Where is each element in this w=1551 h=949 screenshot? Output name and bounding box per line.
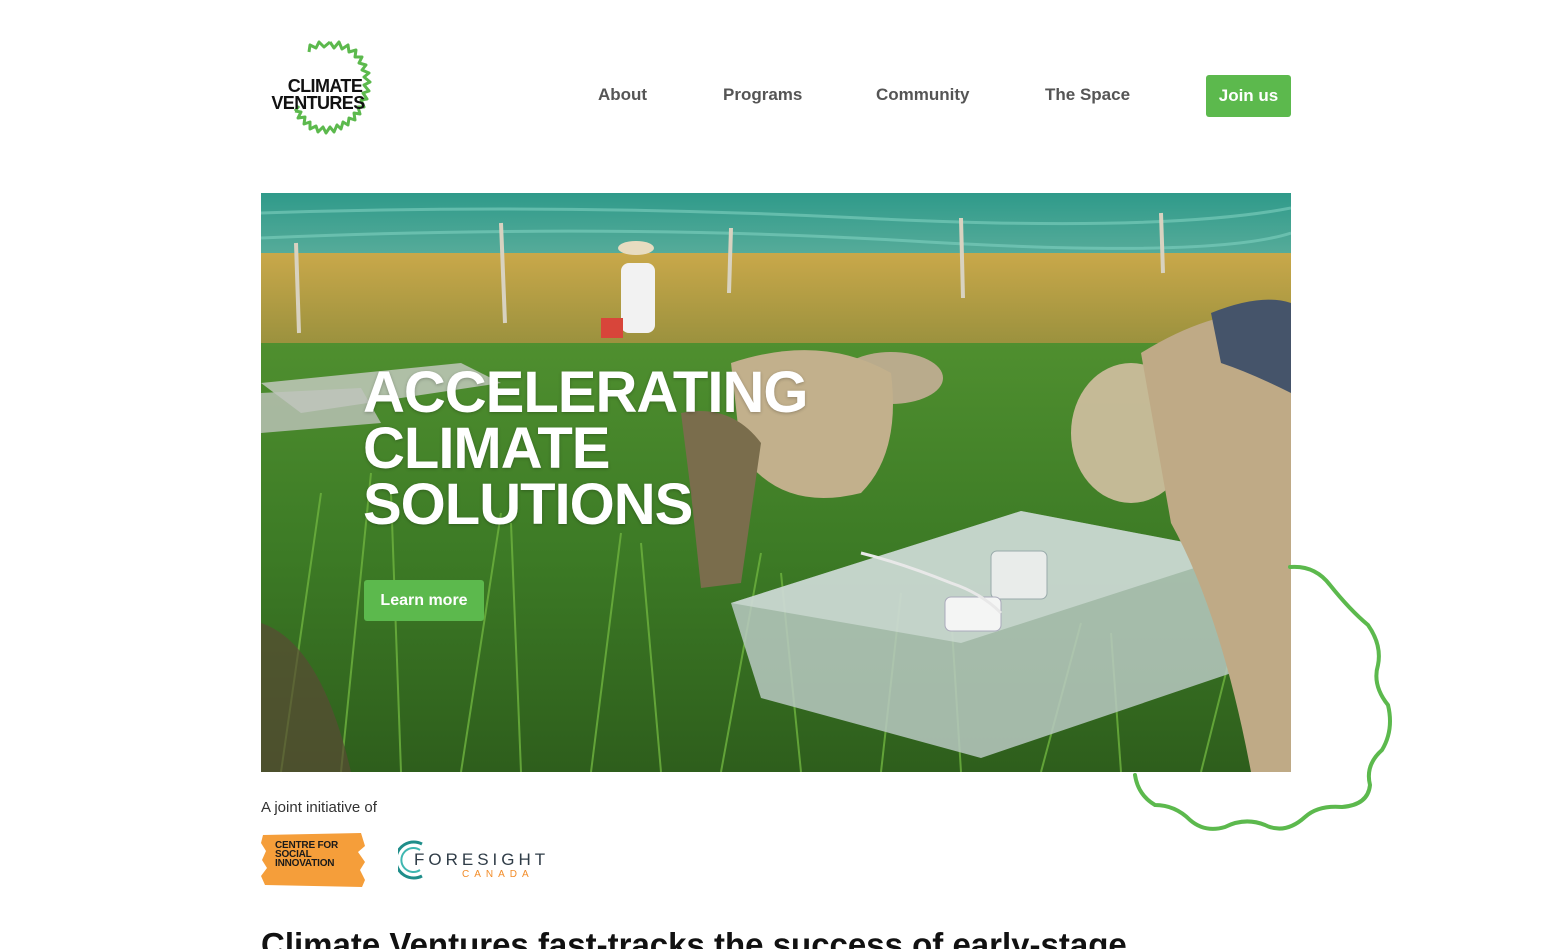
foresight-wordmark: FORESIGHT: [414, 850, 550, 869]
csi-line-3: INNOVATION: [275, 858, 335, 869]
logo-line-ventures: VENTURES: [271, 93, 365, 113]
hero-title-line-2: CLIMATE: [363, 416, 610, 481]
intro-heading: Climate Ventures fast-tracks the success…: [261, 926, 1127, 949]
csi-logo[interactable]: CENTRE FOR SOCIAL INNOVATION: [261, 832, 366, 888]
nav-community[interactable]: Community: [876, 85, 970, 105]
nav-programs[interactable]: Programs: [723, 85, 802, 105]
squiggle-decoration-icon: [1133, 564, 1392, 831]
foresight-sub: CANADA: [462, 869, 534, 880]
join-us-button[interactable]: Join us: [1206, 75, 1291, 117]
csi-wordmark: CENTRE FOR SOCIAL INNOVATION: [275, 841, 338, 869]
hero-title-line-3: SOLUTIONS: [363, 472, 693, 537]
learn-more-button[interactable]: Learn more: [364, 580, 484, 621]
page: CLIMATE VENTURES About Programs Communit…: [0, 0, 1551, 949]
hero-title: ACCELERATING CLIMATE SOLUTIONS: [363, 360, 808, 537]
nav-the-space[interactable]: The Space: [1045, 85, 1130, 105]
joint-initiative-label: A joint initiative of: [261, 799, 377, 816]
logo-wordmark: CLIMATE VENTURES: [262, 77, 374, 113]
nav-about[interactable]: About: [598, 85, 647, 105]
foresight-canada-logo[interactable]: FORESIGHT CANADA: [398, 836, 548, 882]
hero-title-line-1: ACCELERATING: [363, 360, 808, 425]
climate-ventures-logo[interactable]: CLIMATE VENTURES: [258, 36, 402, 152]
